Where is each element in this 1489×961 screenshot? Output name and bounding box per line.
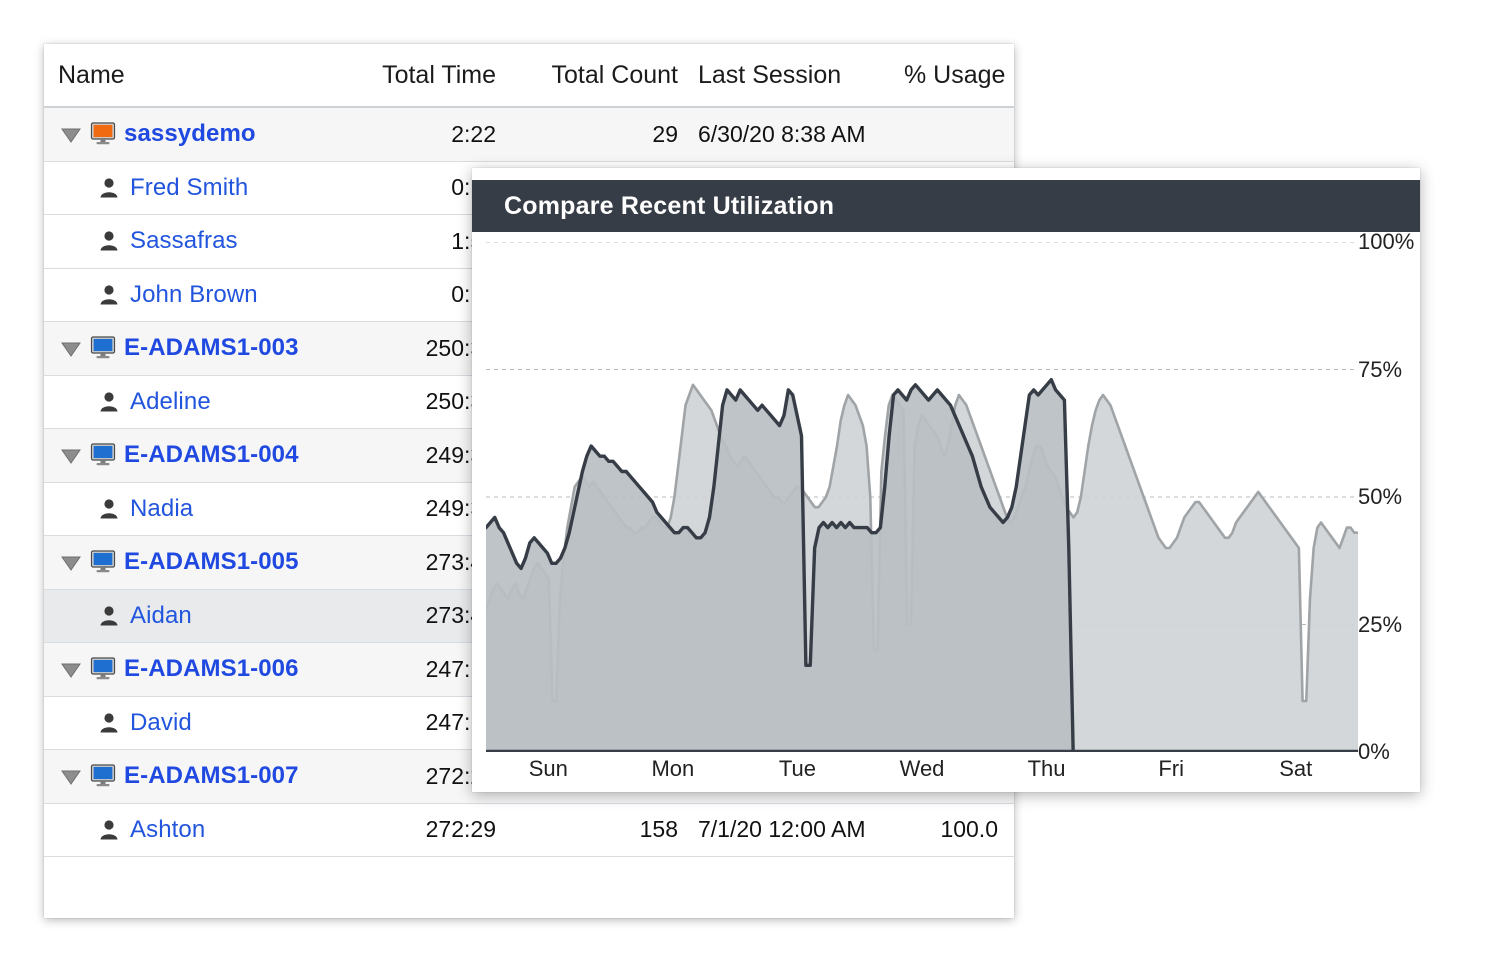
y-axis-tick-label: 25% bbox=[1358, 611, 1403, 637]
cell-name: sassydemo bbox=[44, 120, 336, 148]
triangle-down-icon[interactable] bbox=[58, 549, 84, 575]
computer-monitor-icon bbox=[90, 550, 116, 574]
table-row[interactable]: sassydemo 2:22 29 6/30/20 8:38 AM bbox=[44, 108, 1014, 162]
row-name-label[interactable]: E-ADAMS1-004 bbox=[124, 441, 299, 469]
column-header-pct-usage[interactable]: % Usage bbox=[904, 61, 1014, 90]
computer-monitor-icon bbox=[90, 764, 116, 788]
row-name-label[interactable]: E-ADAMS1-006 bbox=[124, 655, 299, 683]
column-header-total-count[interactable]: Total Count bbox=[506, 61, 686, 90]
row-name-label[interactable]: sassydemo bbox=[124, 120, 256, 148]
chart-title-bar: Compare Recent Utilization bbox=[472, 180, 1420, 232]
user-icon bbox=[96, 497, 122, 521]
x-axis-tick-label: Fri bbox=[1158, 756, 1184, 781]
y-axis-tick-label: 0% bbox=[1358, 739, 1390, 764]
user-icon bbox=[96, 176, 122, 200]
cell-total-time: 272:29 bbox=[425, 816, 496, 843]
cell-name: David bbox=[44, 709, 336, 737]
user-icon bbox=[96, 390, 122, 414]
cell-name: Sassafras bbox=[44, 227, 336, 255]
user-icon bbox=[96, 818, 122, 842]
chart-body: 100% 75% 50% 25% 0% Sun Mon Tue Wed Thu Fri Sat bbox=[472, 229, 1420, 790]
utilization-area-chart bbox=[486, 242, 1358, 752]
cell-name: E-ADAMS1-005 bbox=[44, 548, 336, 576]
server-monitor-icon bbox=[90, 122, 116, 146]
computer-monitor-icon bbox=[90, 657, 116, 681]
chart-title: Compare Recent Utilization bbox=[504, 191, 835, 220]
cell-pct-usage: 100.0 bbox=[940, 816, 998, 843]
y-axis-tick-label: 100% bbox=[1358, 229, 1415, 254]
row-name-label[interactable]: Nadia bbox=[130, 495, 193, 523]
triangle-down-icon[interactable] bbox=[58, 656, 84, 682]
x-axis-tick-label: Sat bbox=[1279, 756, 1313, 781]
column-header-last-session[interactable]: Last Session bbox=[686, 61, 904, 90]
row-name-label[interactable]: E-ADAMS1-007 bbox=[124, 762, 299, 790]
plot-area bbox=[486, 242, 1358, 752]
cell-name: John Brown bbox=[44, 281, 336, 309]
row-name-label[interactable]: John Brown bbox=[130, 281, 258, 309]
row-name-label[interactable]: Aidan bbox=[130, 602, 192, 630]
y-axis-labels: 100% 75% 50% 25% 0% bbox=[1358, 229, 1420, 764]
cell-name: Adeline bbox=[44, 388, 336, 416]
y-axis-tick-label: 50% bbox=[1358, 484, 1403, 509]
column-header-name[interactable]: Name bbox=[44, 61, 336, 90]
x-axis-tick-label: Mon bbox=[651, 756, 695, 781]
x-axis-tick-label: Tue bbox=[778, 756, 816, 781]
cell-total-time: 2:22 bbox=[451, 120, 496, 147]
x-axis-labels: Sun Mon Tue Wed Thu Fri Sat bbox=[486, 756, 1358, 790]
cell-name: E-ADAMS1-006 bbox=[44, 655, 336, 683]
computer-monitor-icon bbox=[90, 443, 116, 467]
x-axis-tick-label: Sun bbox=[528, 756, 568, 781]
user-icon bbox=[96, 229, 122, 253]
user-icon bbox=[96, 604, 122, 628]
row-name-label[interactable]: E-ADAMS1-003 bbox=[124, 334, 299, 362]
cell-name: Fred Smith bbox=[44, 174, 336, 202]
cell-name: Ashton bbox=[44, 816, 336, 844]
row-name-label[interactable]: E-ADAMS1-005 bbox=[124, 548, 299, 576]
triangle-down-icon[interactable] bbox=[58, 442, 84, 468]
cell-name: E-ADAMS1-004 bbox=[44, 441, 336, 469]
row-name-label[interactable]: David bbox=[130, 709, 192, 737]
row-name-label[interactable]: Adeline bbox=[130, 388, 211, 416]
computer-monitor-icon bbox=[90, 336, 116, 360]
user-icon bbox=[96, 283, 122, 307]
triangle-down-icon[interactable] bbox=[58, 335, 84, 361]
cell-total-count: 29 bbox=[652, 120, 678, 147]
row-name-label[interactable]: Fred Smith bbox=[130, 174, 248, 202]
cell-name: E-ADAMS1-003 bbox=[44, 334, 336, 362]
cell-name: Aidan bbox=[44, 602, 336, 630]
compare-recent-utilization-panel: Compare Recent Utilization 100% 75% 50% 25%… bbox=[472, 168, 1420, 792]
column-header-total-time[interactable]: Total Time bbox=[336, 61, 506, 90]
y-axis-tick-label: 75% bbox=[1358, 356, 1403, 382]
cell-last-session: 7/1/20 12:00 AM bbox=[698, 816, 866, 843]
cell-last-session: 6/30/20 8:38 AM bbox=[698, 120, 866, 147]
row-name-label[interactable]: Ashton bbox=[130, 816, 205, 844]
cell-name: Nadia bbox=[44, 495, 336, 523]
table-row[interactable]: Ashton 272:29 158 7/1/20 12:00 AM 100.0 bbox=[44, 803, 1014, 857]
table-header-row: Name Total Time Total Count Last Session… bbox=[44, 44, 1014, 108]
row-name-label[interactable]: Sassafras bbox=[130, 227, 238, 255]
triangle-down-icon[interactable] bbox=[58, 763, 84, 789]
user-icon bbox=[96, 711, 122, 735]
triangle-down-icon[interactable] bbox=[58, 121, 84, 147]
cell-total-count: 158 bbox=[639, 816, 678, 843]
x-axis-tick-label: Wed bbox=[899, 756, 945, 781]
x-axis-tick-label: Thu bbox=[1027, 756, 1066, 781]
cell-name: E-ADAMS1-007 bbox=[44, 762, 336, 790]
